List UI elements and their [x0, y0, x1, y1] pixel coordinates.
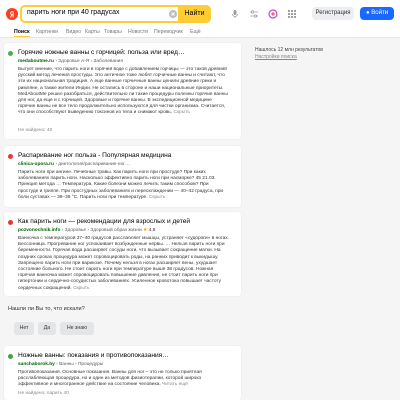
tab-maps[interactable]: Карты	[85, 29, 100, 35]
apps-grid-icon[interactable]	[287, 9, 297, 19]
snippet-text: Бытует мнение, что парить ноги в горячей…	[18, 67, 228, 116]
header: парить ноги при 40 градусах Найти Регист…	[0, 0, 400, 28]
snippet-text: Ванночка с температурой 37–40 градусов р…	[18, 236, 229, 291]
search-result: Как парить ноги — рекомендации для взрос…	[4, 212, 241, 296]
tab-images[interactable]: Картинки	[36, 29, 58, 35]
not-found-note: Не найдено: 40	[18, 128, 53, 133]
register-button[interactable]: Регистрация	[312, 7, 354, 20]
search-result: Горячие ножные ванны с горчицей: польза …	[4, 43, 241, 139]
result-breadcrumb: › Здоровье › Здоровый образ жизни	[61, 228, 142, 233]
result-breadcrumb: › Ванны › Процедуры	[56, 362, 104, 367]
result-breadcrumb: › диетология/распаривание-ног…	[55, 162, 130, 167]
snippet-text: Парить ноги при ангине. Лечебные травы. …	[18, 170, 224, 200]
result-url[interactable]: pozvonochnik.info › Здоровье › Здоровый …	[18, 228, 155, 233]
results-count: Нашлось 12 млн результатов	[255, 47, 323, 53]
tab-more[interactable]: Ещё	[190, 29, 201, 35]
result-title[interactable]: Как парить ноги — рекомендации для взрос…	[18, 218, 190, 225]
search-result: Ножные ванны: показания и противопоказан…	[4, 346, 241, 400]
yandex-logo-icon[interactable]	[6, 8, 18, 20]
result-title[interactable]: Горячие ножные ванны с горчицей: польза …	[18, 49, 185, 56]
login-button[interactable]: ● Войти	[360, 7, 394, 20]
collapse-link[interactable]: Скрыть	[73, 286, 89, 291]
result-domain: clinica-opora.ru	[18, 162, 54, 167]
tab-news[interactable]: Новости	[128, 29, 148, 35]
search-input[interactable]: парить ноги при 40 градусах	[27, 9, 119, 16]
search-settings-link[interactable]: Настройки поиска	[255, 54, 297, 60]
site-favicon-icon	[8, 51, 13, 56]
result-snippet: Парить ноги при ангине. Лечебные травы. …	[18, 170, 230, 202]
collapse-link[interactable]: Скрыть	[173, 110, 189, 115]
clear-icon[interactable]	[169, 10, 177, 18]
filter-settings-icon[interactable]	[249, 9, 259, 19]
not-found-note: Не найдено: парить 40	[18, 391, 69, 396]
plus-icon[interactable]	[268, 9, 278, 19]
collapse-link[interactable]: Скрыть	[149, 195, 165, 200]
result-title[interactable]: Ножные ванны: показания и противопоказан…	[18, 352, 169, 359]
feedback-no-button[interactable]: Нет	[14, 322, 34, 335]
result-domain: pozvonochnik.info	[18, 228, 61, 233]
search-box: парить ноги при 40 градусах Найти	[20, 5, 211, 23]
result-domain: sanchaborok.by	[18, 362, 55, 367]
search-button[interactable]: Найти	[178, 5, 211, 23]
tab-translator[interactable]: Переводчик	[154, 29, 183, 35]
site-favicon-icon	[8, 354, 13, 359]
result-url[interactable]: medaboutme.ru › Здоровье А-Я › Заболеван…	[18, 59, 123, 64]
feedback-unknown-button[interactable]: Не знаю	[60, 322, 94, 335]
feedback-question: Нашли ли Вы то, что искали?	[8, 306, 85, 312]
site-favicon-icon	[8, 154, 13, 159]
search-tabs: Поиск Картинки Видео Карты Товары Новост…	[0, 28, 400, 38]
tab-products[interactable]: Товары	[104, 29, 122, 35]
login-label: Войти	[371, 10, 389, 16]
result-url[interactable]: clinica-opora.ru › диетология/распариван…	[18, 162, 130, 167]
site-favicon-icon	[8, 220, 13, 225]
result-snippet: Ванночка с температурой 37–40 градусов р…	[18, 236, 230, 293]
star-icon: ★	[143, 228, 148, 233]
result-breadcrumb: › Здоровье А-Я › Заболевания	[55, 59, 123, 64]
search-result: Распаривание ног польза - Популярная мед…	[4, 146, 241, 207]
result-domain: medaboutme.ru	[18, 59, 54, 64]
result-snippet: Противопоказания. Основные показания. Ва…	[18, 370, 230, 389]
result-title[interactable]: Распаривание ног польза - Популярная мед…	[18, 152, 171, 159]
feedback-yes-button[interactable]: Да	[38, 322, 56, 335]
tab-video[interactable]: Видео	[66, 29, 81, 35]
read-more-link[interactable]: Читать ещё	[162, 382, 188, 387]
result-rating: 4,9	[148, 228, 156, 233]
microphone-icon[interactable]	[230, 9, 240, 19]
tab-search[interactable]: Поиск	[14, 29, 30, 37]
result-snippet: Бытует мнение, что парить ноги в горячей…	[18, 67, 230, 124]
result-url[interactable]: sanchaborok.by › Ванны › Процедуры	[18, 362, 103, 367]
